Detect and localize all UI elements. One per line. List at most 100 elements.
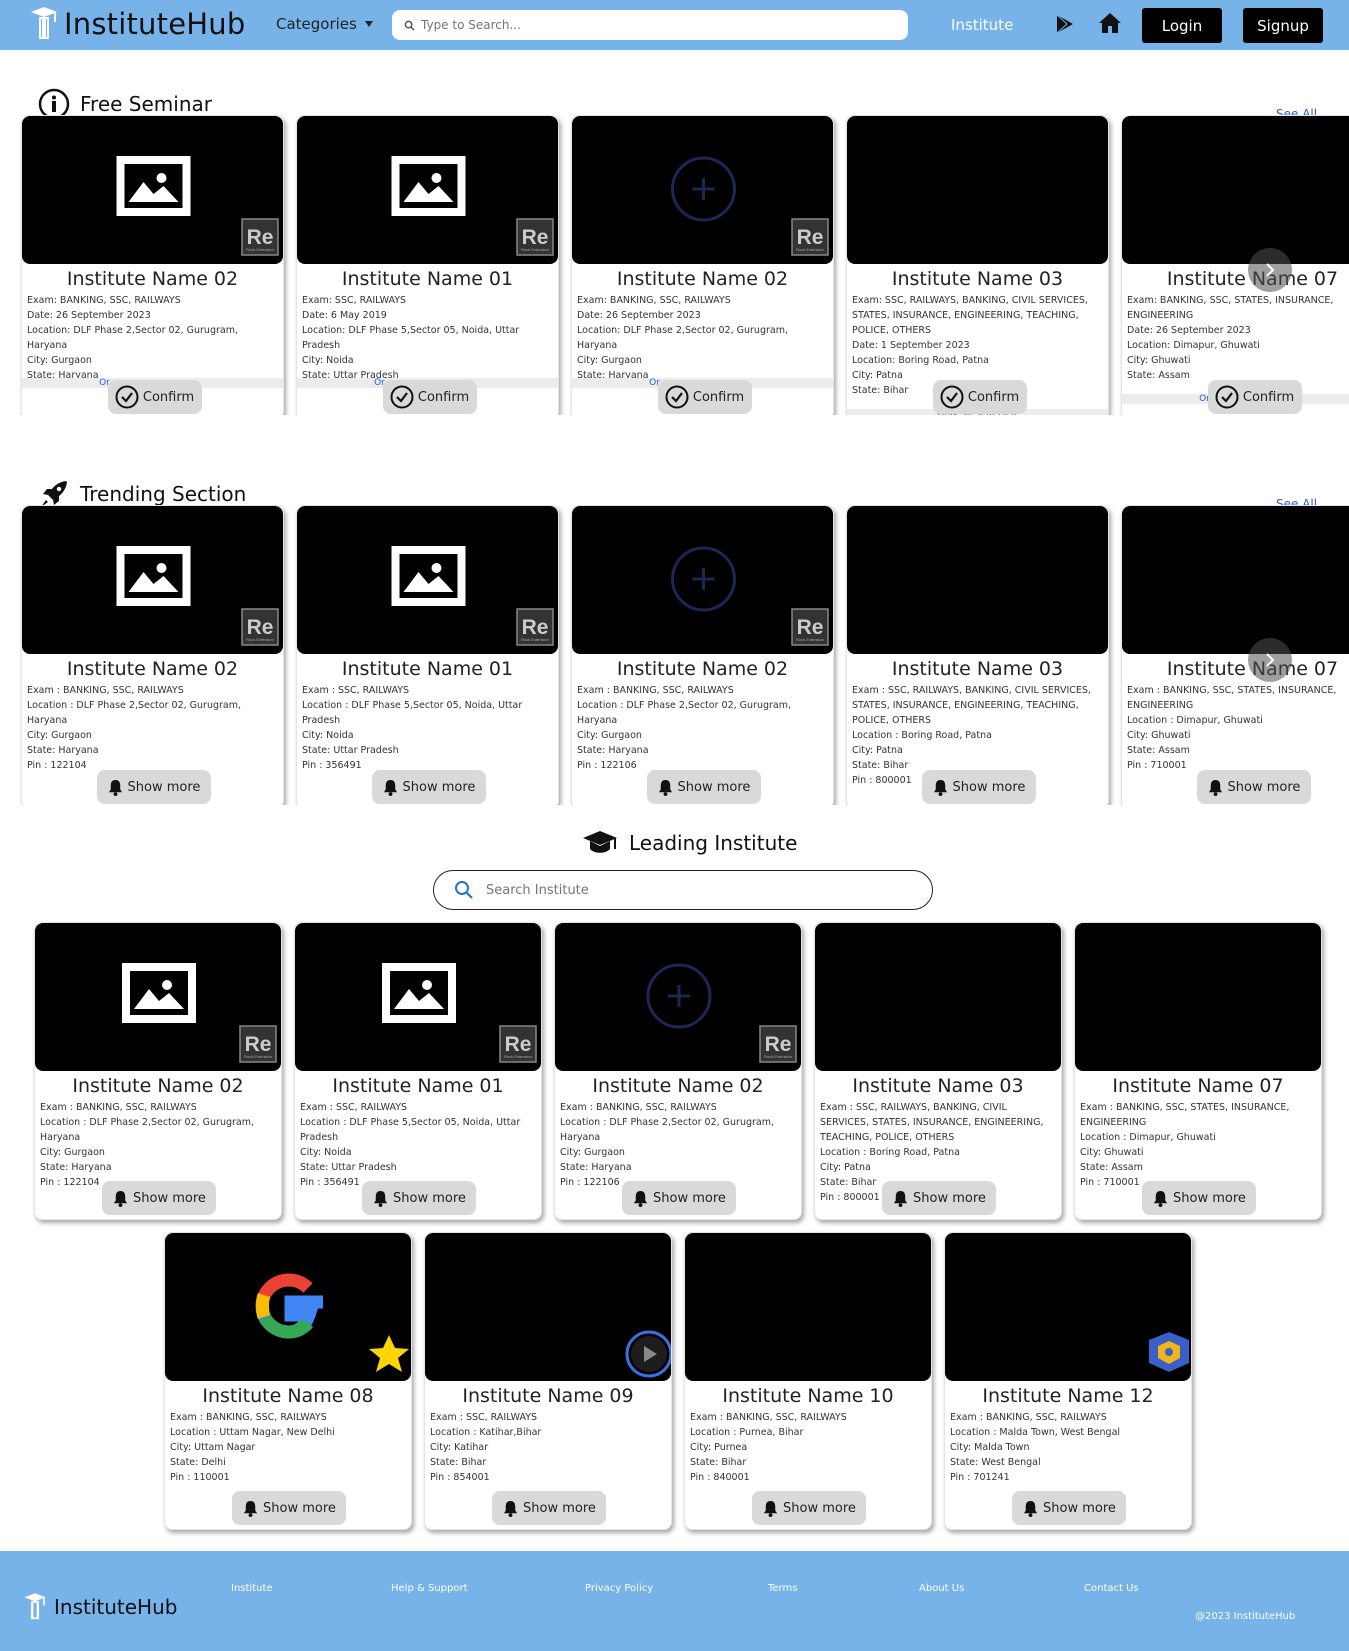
footer-brand-name: InstituteHub [54,1595,178,1619]
show-more-button[interactable]: Show more [882,1181,996,1215]
institute-card[interactable]: Re Rock Extension Institute Name 02 Exam: B… [571,115,834,415]
carousel-next-button[interactable] [1248,638,1292,682]
show-more-button[interactable]: Show more [622,1181,736,1215]
footer-link-help[interactable]: Help & Support [391,1583,467,1594]
nav-institute-link[interactable]: Institute [951,16,1013,34]
footer-link-institute[interactable]: Institute [231,1583,273,1594]
card-detail-line: City: Gurgaon [577,730,642,741]
footer-link-contact[interactable]: Contact Us [1084,1583,1139,1594]
show-more-button[interactable]: Show more [1196,770,1311,804]
institute-card[interactable]: Institute Name 07 Exam : BANKING, SSC, ST… [1121,505,1349,805]
show-more-button[interactable]: Show more [96,770,211,804]
show-more-button[interactable]: Show more [921,770,1036,804]
institute-card[interactable]: Institute Name 08 Exam : BANKING, SSC, RA… [164,1232,412,1530]
card-details: Exam : BANKING, SSC, STATES, INSURANCE, … [1127,683,1349,773]
card-detail-line: State: Bihar [430,1457,487,1468]
footer-link-privacy[interactable]: Privacy Policy [585,1583,653,1594]
svg-text:Re: Re [797,226,824,249]
card-details: Exam : BANKING, SSC, STATES, INSURANCE, … [1080,1100,1316,1190]
show-more-label: Show more [1043,1500,1116,1516]
card-title: Institute Name 07 [1166,268,1339,290]
caret-down-icon [364,21,373,27]
card-detail-line: City: Purnea [690,1442,748,1453]
show-more-button[interactable]: Show more [102,1181,216,1215]
institute-card[interactable]: Re Rock Extension Institute Name 02 Exam : … [571,505,834,805]
carousel-next-button[interactable] [1248,248,1292,292]
brand-name: InstituteHub [64,7,246,41]
confirm-button[interactable]: Confirm [932,380,1027,414]
institute-card[interactable]: Institute Name 03 Exam : SSC, RAILWAYS, B… [814,922,1062,1220]
card-image [945,1233,1191,1381]
institute-card[interactable]: Re Rock Extension Institute Name 02 Exam : … [34,922,282,1220]
card-title: Institute Name 01 [332,1075,504,1097]
card-detail-line: Location : Katihar,Bihar [430,1427,542,1438]
signup-button[interactable]: Signup [1243,8,1323,43]
institute-card[interactable]: Re Rock Extension Institute Name 01 Exam : … [294,922,542,1220]
image-icon [391,546,466,606]
institute-card[interactable]: Re Rock Extension Institute Name 02 Exam : … [554,922,802,1220]
login-button[interactable]: Login [1142,8,1222,43]
card-detail-line: City: Gurgaon [577,355,642,366]
play-store-icon[interactable] [1056,14,1074,34]
svg-text:Re: Re [765,1033,792,1056]
show-more-button[interactable]: Show more [752,1491,866,1525]
card-image: Re Rock Extension [35,923,281,1071]
bell-icon [893,1190,908,1207]
institute-card[interactable]: Institute Name 03 Exam : SSC, RAILWAYS, B… [846,505,1109,805]
confirm-button[interactable]: Confirm [1207,380,1302,414]
institute-card[interactable]: Institute Name 07 Exam : BANKING, SSC, ST… [1074,922,1322,1220]
show-more-button[interactable]: Show more [232,1491,346,1525]
card-detail-line: Location : DLF Phase 2,Sector 02, Gurugr… [560,1117,774,1143]
footer-brand[interactable]: InstituteHub [22,1591,177,1623]
bell-icon [633,1190,648,1207]
brand[interactable]: InstituteHub [28,6,245,42]
card-detail-line: Location: Boring Road, Patna [852,355,989,366]
institute-card[interactable]: Re Rock Extension Institute Name 01 Exam: S… [296,115,559,415]
card-image: Re Rock Extension [297,506,558,654]
header-search[interactable] [392,10,908,40]
show-more-button[interactable]: Show more [371,770,486,804]
institute-card[interactable]: Re Rock Extension Institute Name 02 Exam: B… [21,115,284,415]
svg-text:Rock Extension: Rock Extension [796,247,824,252]
confirm-button[interactable]: Confirm [382,380,477,414]
card-detail-line: State: Uttar Pradesh [302,745,399,756]
bell-icon [113,1190,128,1207]
confirm-button[interactable]: Confirm [107,380,202,414]
card-detail-line: City: Noida [302,730,354,741]
card-title: Institute Name 08 [202,1385,374,1407]
show-more-button[interactable]: Show more [492,1491,606,1525]
card-detail-line: Location : Malda Town, West Bengal [950,1427,1121,1438]
footer-link-about[interactable]: About Us [919,1583,964,1594]
institute-card[interactable]: Institute Name 12 Exam : BANKING, SSC, RA… [944,1232,1192,1530]
graduation-logo-icon [31,7,57,39]
header-search-input[interactable] [421,18,901,32]
re-badge-icon: ReRock Extension [516,218,554,256]
card-title: Institute Name 02 [616,268,789,290]
card-detail-line: Date: 26 September 2023 [577,310,701,321]
categories-dropdown[interactable]: Categories [276,15,373,33]
show-more-button[interactable]: Show more [1142,1181,1256,1215]
leading-heading: Leading Institute [581,829,797,857]
show-more-label: Show more [133,1190,206,1206]
plus-circle-icon [671,546,736,612]
show-more-button[interactable]: Show more [1012,1491,1126,1525]
footer-link-terms[interactable]: Terms [768,1583,797,1594]
institute-card[interactable]: Re Rock Extension Institute Name 02 Exam : … [21,505,284,805]
free-seminar-row: Re Rock Extension Institute Name 02 Exam: B… [0,115,1349,415]
show-more-label: Show more [783,1500,856,1516]
leading-search-input[interactable] [486,882,886,898]
show-more-button[interactable]: Show more [362,1181,476,1215]
card-detail-line: State: Uttar Pradesh [300,1162,397,1173]
home-icon[interactable] [1098,12,1122,34]
institute-card[interactable]: Institute Name 10 Exam : BANKING, SSC, RA… [684,1232,932,1530]
show-more-button[interactable]: Show more [646,770,761,804]
institute-card[interactable]: Re Rock Extension Institute Name 01 Exam : … [296,505,559,805]
institute-card[interactable]: Institute Name 03 Exam: SSC, RAILWAYS, BA… [846,115,1109,415]
institute-card[interactable]: Institute Name 07 Exam: BANKING, SSC, STA… [1121,115,1349,415]
card-detail-line: State: Delhi [170,1457,226,1468]
confirm-button[interactable]: Confirm [657,380,752,414]
leading-search[interactable] [433,870,933,910]
institute-card[interactable]: Institute Name 09 Exam : SSC, RAILWAYS Loc… [424,1232,672,1530]
card-details: Exam : SSC, RAILWAYS Location : DLF Phase… [300,1100,536,1190]
show-more-label: Show more [1173,1190,1246,1206]
